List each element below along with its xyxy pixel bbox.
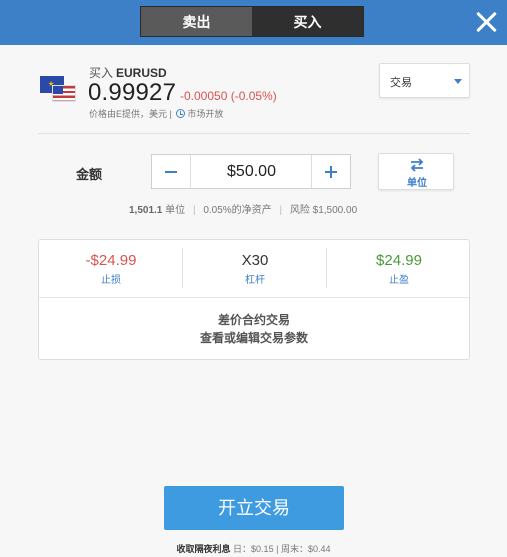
- instrument-price: 0.99927: [88, 79, 177, 106]
- amount-label: 金额: [76, 167, 103, 182]
- daily-fee: 日：$0.15: [233, 544, 274, 554]
- cfd-section[interactable]: 差价合约交易 查看或编辑交易参数: [39, 311, 469, 347]
- units-value: 1,501.1: [129, 205, 163, 216]
- price-provider-line: 价格由E提供，美元 | 市场开放: [89, 107, 223, 120]
- amount-input[interactable]: $50.00: [192, 155, 311, 188]
- order-type-label: 交易: [390, 77, 412, 89]
- cfd-subtitle: 查看或编辑交易参数: [199, 331, 308, 345]
- trade-action: 买入: [89, 66, 114, 80]
- stop-loss-column[interactable]: -$24.99 止损: [39, 240, 183, 297]
- take-profit-label: 止盈: [389, 275, 409, 286]
- stop-loss-value: -$24.99: [85, 252, 137, 269]
- leverage-column[interactable]: X30 杠杆: [183, 240, 327, 297]
- divider: [39, 297, 469, 298]
- clock-icon: [176, 109, 186, 118]
- minus-icon[interactable]: [152, 155, 191, 188]
- units-toggle-button[interactable]: 单位: [378, 153, 454, 190]
- take-profit-value: $24.99: [376, 252, 422, 269]
- price-provider: 价格由E提供，美元: [89, 109, 168, 119]
- buy-sell-toggle: 卖出 买入: [140, 6, 364, 37]
- currency-pair-flag-icon: [40, 76, 76, 104]
- trade-parameters-card: -$24.99 止损 X30 杠杆 $24.99 止盈 差价合约交易 查看或编辑…: [38, 239, 470, 360]
- swap-arrows-icon: [409, 158, 425, 172]
- weekend-fee: 周末：$0.44: [280, 544, 331, 554]
- header-bar: 卖出 买入: [0, 0, 507, 45]
- take-profit-column[interactable]: $24.99 止盈: [327, 240, 471, 297]
- leverage-label: 杠杆: [245, 275, 265, 286]
- instrument-symbol: EURUSD: [116, 66, 167, 80]
- open-trade-button[interactable]: 开立交易: [164, 486, 344, 530]
- buy-tab[interactable]: 买入: [252, 7, 363, 36]
- leverage-value: X30: [241, 252, 269, 269]
- plus-icon[interactable]: [311, 155, 350, 188]
- overnight-fee-label: 收取隔夜利息: [176, 544, 231, 554]
- equity-percent: 0.05%的净资产: [203, 205, 272, 216]
- provider-separator: |: [169, 109, 172, 119]
- price-change: -0.00050 (-0.05%): [180, 89, 277, 103]
- position-info: 1,501.1 单位 | 0.05%的净资产 | 风险 $1,500.00: [129, 205, 358, 216]
- units-label: 单位: [165, 205, 186, 216]
- order-type-dropdown[interactable]: 交易: [379, 63, 470, 98]
- stop-loss-label: 止损: [101, 275, 121, 286]
- sell-tab[interactable]: 卖出: [141, 7, 252, 36]
- units-toggle-label: 单位: [407, 178, 427, 189]
- divider: [38, 133, 470, 134]
- us-flag-icon: [52, 85, 76, 102]
- close-icon[interactable]: [475, 11, 497, 33]
- market-status: 市场开放: [187, 109, 224, 119]
- risk-value: 风险 $1,500.00: [289, 205, 358, 216]
- amount-stepper: $50.00: [151, 154, 351, 189]
- cfd-title: 差价合约交易: [217, 313, 290, 327]
- chevron-down-icon: [454, 79, 462, 84]
- overnight-fees: 收取隔夜利息 日：$0.15 | 周末：$0.44: [176, 544, 331, 554]
